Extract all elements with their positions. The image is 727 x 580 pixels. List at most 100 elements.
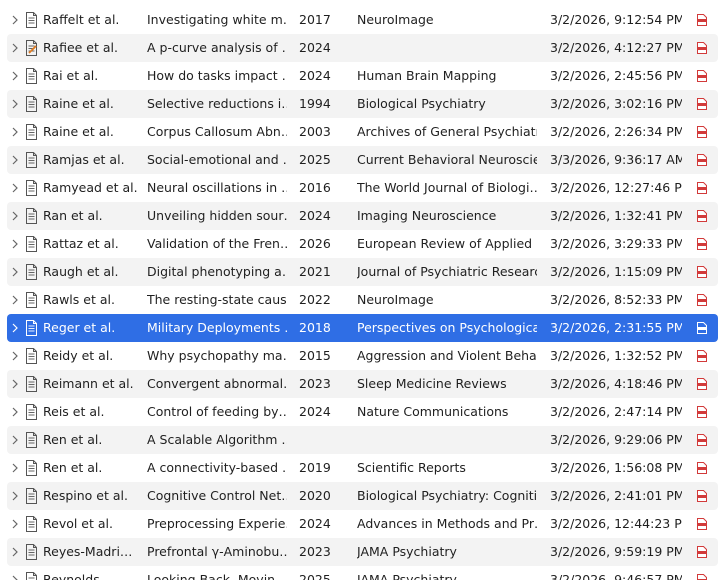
date-added-cell: 3/2/2026, 9:59:19 PM bbox=[550, 544, 682, 559]
table-row[interactable]: Rafiee et al. A p-curve analysis of … 2024… bbox=[7, 34, 718, 62]
expand-chevron-icon[interactable] bbox=[11, 294, 19, 306]
author-cell: Reimann et al. bbox=[43, 376, 134, 391]
pdf-attachment-icon[interactable] bbox=[696, 518, 708, 530]
expand-chevron-icon[interactable] bbox=[11, 238, 19, 250]
expand-chevron-icon[interactable] bbox=[11, 42, 19, 54]
table-row[interactable]: Reis et al. Control of feeding by… 2024 Nat… bbox=[7, 398, 718, 426]
table-row[interactable]: Raine et al. Corpus Callosum Abn… 2003 Arch… bbox=[7, 118, 718, 146]
expand-chevron-icon[interactable] bbox=[11, 350, 19, 362]
document-icon bbox=[26, 96, 37, 112]
year-cell: 2017 bbox=[299, 12, 331, 27]
pdf-attachment-icon[interactable] bbox=[696, 98, 708, 110]
expand-chevron-icon[interactable] bbox=[11, 490, 19, 502]
expand-chevron-icon[interactable] bbox=[11, 546, 19, 558]
pdf-attachment-icon[interactable] bbox=[696, 70, 708, 82]
expand-chevron-icon[interactable] bbox=[11, 98, 19, 110]
document-icon bbox=[26, 376, 37, 392]
date-added-cell: 3/2/2026, 2:47:14 PM bbox=[550, 404, 682, 419]
date-added-cell: 3/2/2026, 9:46:57 PM bbox=[550, 572, 682, 580]
expand-chevron-icon[interactable] bbox=[11, 266, 19, 278]
publication-cell: Biological Psychiatry: Cogniti… bbox=[357, 488, 537, 503]
pdf-attachment-icon[interactable] bbox=[696, 238, 708, 250]
pdf-attachment-icon[interactable] bbox=[696, 434, 708, 446]
expand-chevron-icon[interactable] bbox=[11, 154, 19, 166]
table-row[interactable]: Reimann et al. Convergent abnormal… 2023 Sl… bbox=[7, 370, 718, 398]
expand-chevron-icon[interactable] bbox=[11, 14, 19, 26]
pdf-attachment-icon[interactable] bbox=[696, 294, 708, 306]
year-cell: 2015 bbox=[299, 348, 331, 363]
expand-chevron-icon[interactable] bbox=[11, 518, 19, 530]
table-row-selected[interactable]: Reger et al. Military Deployments … 2018 Pe… bbox=[7, 314, 718, 342]
pdf-attachment-icon[interactable] bbox=[696, 378, 708, 390]
year-cell: 2024 bbox=[299, 40, 331, 55]
table-row[interactable]: Reyes-Madri… Prefrontal γ-Aminobu… 2023 JAM… bbox=[7, 538, 718, 566]
expand-chevron-icon[interactable] bbox=[11, 322, 19, 334]
table-row[interactable]: Ran et al. Unveiling hidden sour… 2024 Imag… bbox=[7, 202, 718, 230]
table-row[interactable]: Rawls et al. The resting-state caus… 2022 N… bbox=[7, 286, 718, 314]
title-cell: Military Deployments … bbox=[147, 320, 287, 335]
table-row[interactable]: Raffelt et al. Investigating white m… 2017… bbox=[7, 6, 718, 34]
pdf-attachment-icon[interactable] bbox=[696, 406, 708, 418]
pdf-attachment-icon[interactable] bbox=[696, 182, 708, 194]
pdf-attachment-icon[interactable] bbox=[696, 322, 708, 334]
table-row[interactable]: Raugh et al. Digital phenotyping a… 2021 Jo… bbox=[7, 258, 718, 286]
year-cell: 2003 bbox=[299, 124, 331, 139]
pdf-attachment-icon[interactable] bbox=[696, 350, 708, 362]
table-row[interactable]: Ren et al. A connectivity-based … 2019 Scie… bbox=[7, 454, 718, 482]
title-cell: Convergent abnormal… bbox=[147, 376, 287, 391]
document-icon bbox=[26, 180, 37, 196]
pdf-attachment-icon[interactable] bbox=[696, 154, 708, 166]
publication-cell: Nature Communications bbox=[357, 404, 509, 419]
table-row[interactable]: Respino et al. Cognitive Control Net… 2020… bbox=[7, 482, 718, 510]
expand-chevron-icon[interactable] bbox=[11, 574, 19, 580]
pdf-attachment-icon[interactable] bbox=[696, 462, 708, 474]
pdf-attachment-icon[interactable] bbox=[696, 14, 708, 26]
document-icon bbox=[26, 320, 37, 336]
expand-chevron-icon[interactable] bbox=[11, 378, 19, 390]
document-icon bbox=[26, 236, 37, 252]
document-icon bbox=[26, 152, 37, 168]
year-cell: 1994 bbox=[299, 96, 331, 111]
publication-cell: JAMA Psychiatry bbox=[357, 572, 457, 580]
table-row[interactable]: Ren et al. A Scalable Algorithm … 3/2/2026… bbox=[7, 426, 718, 454]
date-added-cell: 3/2/2026, 12:44:23 P… bbox=[550, 516, 682, 531]
expand-chevron-icon[interactable] bbox=[11, 126, 19, 138]
title-cell: Social-emotional and … bbox=[147, 152, 287, 167]
table-row[interactable]: Ramjas et al. Social-emotional and … 2025 C… bbox=[7, 146, 718, 174]
expand-chevron-icon[interactable] bbox=[11, 406, 19, 418]
author-cell: Ran et al. bbox=[43, 208, 103, 223]
expand-chevron-icon[interactable] bbox=[11, 210, 19, 222]
pdf-attachment-icon[interactable] bbox=[696, 210, 708, 222]
pdf-attachment-icon[interactable] bbox=[696, 42, 708, 54]
date-added-cell: 3/2/2026, 3:02:16 PM bbox=[550, 96, 682, 111]
table-row[interactable]: Rai et al. How do tasks impact … 2024 Human… bbox=[7, 62, 718, 90]
year-cell: 2021 bbox=[299, 264, 331, 279]
pdf-attachment-icon[interactable] bbox=[696, 126, 708, 138]
title-cell: Cognitive Control Net… bbox=[147, 488, 287, 503]
document-icon bbox=[26, 488, 37, 504]
table-row[interactable]: Raine et al. Selective reductions i… 1994 B… bbox=[7, 90, 718, 118]
author-cell: Rattaz et al. bbox=[43, 236, 119, 251]
expand-chevron-icon[interactable] bbox=[11, 434, 19, 446]
table-row[interactable]: Ramyead et al. Neural oscillations in … 20… bbox=[7, 174, 718, 202]
expand-chevron-icon[interactable] bbox=[11, 182, 19, 194]
pdf-attachment-icon[interactable] bbox=[696, 546, 708, 558]
expand-chevron-icon[interactable] bbox=[11, 70, 19, 82]
author-cell: Raffelt et al. bbox=[43, 12, 120, 27]
author-cell: Rai et al. bbox=[43, 68, 99, 83]
table-row[interactable]: Reynolds … Looking Back, Movin… 2025 JAMA P… bbox=[7, 566, 718, 580]
date-added-cell: 3/2/2026, 12:27:46 P… bbox=[550, 180, 682, 195]
expand-chevron-icon[interactable] bbox=[11, 462, 19, 474]
title-cell: Investigating white m… bbox=[147, 12, 287, 27]
title-cell: Digital phenotyping a… bbox=[147, 264, 287, 279]
pdf-attachment-icon[interactable] bbox=[696, 266, 708, 278]
pdf-attachment-icon[interactable] bbox=[696, 490, 708, 502]
preprint-document-icon bbox=[26, 40, 37, 56]
pdf-attachment-icon[interactable] bbox=[696, 574, 708, 580]
table-row[interactable]: Reidy et al. Why psychopathy ma… 2015 Aggre… bbox=[7, 342, 718, 370]
table-row[interactable]: Revol et al. Preprocessing Experie… 2024 Ad… bbox=[7, 510, 718, 538]
table-row[interactable]: Rattaz et al. Validation of the Fren… 2026… bbox=[7, 230, 718, 258]
publication-cell: Aggression and Violent Beha… bbox=[357, 348, 537, 363]
item-list[interactable]: Raffelt et al. Investigating white m… 2017… bbox=[0, 0, 727, 580]
author-cell: Reger et al. bbox=[43, 320, 116, 335]
